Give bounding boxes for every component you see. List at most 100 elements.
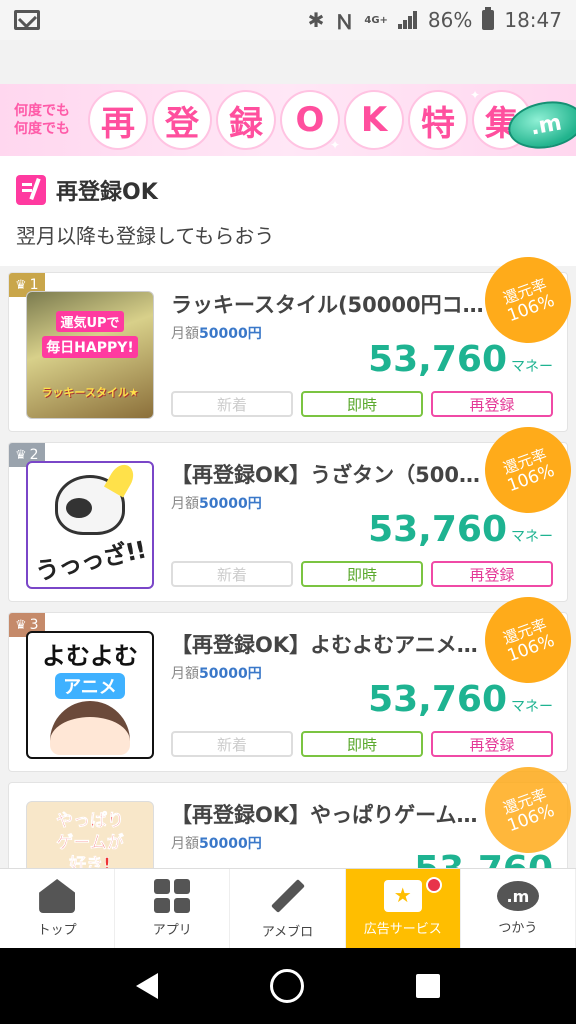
crown-icon: ♛ [15,447,27,463]
thumb-text: 運気UPで [56,310,124,332]
thumb-text: 毎日HAPPY! [42,335,138,358]
thumb-text: 好き! [69,855,111,868]
status-bar: ✱ Ｎ 4G+ 86% 18:47 [0,0,576,40]
price-value: 50000円 [199,836,262,852]
reward-amount: 53,760 マネー [368,509,553,550]
crown-icon: ♛ [15,277,27,293]
coin-icon: .m [496,881,539,911]
tag-instant: 即時 [301,391,423,417]
banner-small-text: 何度でも 何度でも [14,102,84,138]
clock: 18:47 [504,8,562,32]
reward-value: 53,760 [368,339,507,380]
nfc-icon: Ｎ [334,9,355,34]
bluetooth-icon: ✱ [307,8,325,32]
cockatoo-illustration [55,474,125,535]
price-label: 月額 [171,666,199,682]
banner-title: 再 登 録 O K 特 集 [90,92,530,148]
offer-card[interactable]: ♛ 2 うっっざ!! 【再登録OK】うざタン（500… 月額50000円 53,… [8,414,576,602]
tag-instant: 即時 [301,731,423,757]
thumb-text: やっぱり [56,811,125,832]
tab-label: トップ [37,923,77,938]
reward-amount: 53,760 マネー [368,339,553,380]
offer-card[interactable]: やっぱり ゲームが 好き! 【再登録OK】やっぱりゲーム… 月額50000円 5… [8,754,576,868]
sparkle-icon: ✦ [120,90,131,104]
offer-price: 月額50000円 [171,323,262,343]
offer-thumbnail[interactable]: うっっざ!! [26,461,154,589]
tag-reregister: 再登録 [431,391,553,417]
apps-grid-icon [154,879,191,913]
offer-name[interactable]: ラッキースタイル(50000円コ… [171,289,491,319]
signal-icon [397,11,418,29]
offer-card[interactable]: ♛ 3 よむよむ アニメ 【再登録OK】よむよむアニメ… 月額50000円 53… [8,584,576,772]
thumb-text: うっっざ!! [32,535,149,586]
price-value: 50000円 [199,496,262,512]
edit-list-icon [16,175,46,205]
tag-reregister: 再登録 [431,731,553,757]
main-content[interactable]: 再登録OK 翌月以降も登録してもらおう ♛ 1 運気UPで 毎日HAPPY! ラ… [0,156,576,868]
banner-small-line-1: 何度でも [14,103,70,119]
banner-char: 再 [90,92,146,148]
section-header: 再登録OK 翌月以降も登録してもらおう [0,156,576,266]
offer-name[interactable]: 【再登録OK】よむよむアニメ… [171,629,491,659]
battery-percent: 86% [427,8,473,32]
offer-price: 月額50000円 [171,833,262,853]
reward-unit: マネー [511,699,553,715]
price-value: 50000円 [199,326,262,342]
home-icon [39,879,76,913]
price-label: 月額 [171,836,199,852]
banner-char: 特 [410,92,466,148]
tag-new: 新着 [171,391,293,417]
tab-apps[interactable]: アプリ [115,869,231,948]
tab-top[interactable]: トップ [0,869,116,948]
offer-price: 月額50000円 [171,493,262,513]
price-label: 月額 [171,496,199,512]
tag-reregister: 再登録 [431,561,553,587]
offer-thumbnail[interactable]: よむよむ アニメ [26,631,154,759]
reward-unit: マネー [511,529,553,545]
reward-amount: 53,760 マネー [368,679,553,720]
reward-value: 53,760 [368,679,507,720]
back-icon[interactable] [136,973,158,999]
notification-dot [425,877,442,893]
home-circle-icon[interactable] [270,969,304,1003]
offer-tags: 新着 即時 再登録 [171,391,553,417]
banner-small-line-2: 何度でも [14,121,70,137]
section-subtitle: 翌月以降も登録してもらおう [16,224,275,248]
banner-char: 登 [154,92,210,148]
thumb-text: ゲームが [56,833,124,854]
offer-thumbnail[interactable]: やっぱり ゲームが 好き! [26,801,154,868]
tab-label: 広告サービス [363,922,442,937]
tab-label: つかう [498,921,538,936]
battery-icon [482,7,495,30]
thumb-text: アニメ [55,672,125,699]
system-nav-bar [0,948,576,1024]
tab-ad-service[interactable]: 広告サービス [345,869,461,948]
banner-char: K [346,92,402,148]
anime-girl-illustration [50,700,130,755]
promo-banner[interactable]: 何度でも 何度でも 再 登 録 O K 特 集 .m ✦ ✦ ✦ [0,84,576,156]
offer-price: 月額50000円 [171,663,262,683]
reward-unit: マネー [511,359,553,375]
tab-label: アメブロ [261,925,314,940]
recents-icon[interactable] [416,974,440,998]
sparkle-icon: ✦ [470,88,481,102]
crown-icon: ♛ [15,617,27,633]
offer-tags: 新着 即時 再登録 [171,731,553,757]
tag-instant: 即時 [301,561,423,587]
tab-ameblo[interactable]: アメブロ [230,869,346,948]
tag-new: 新着 [171,731,293,757]
banner-char: 録 [218,92,274,148]
tab-label: アプリ [152,923,192,938]
tab-use[interactable]: .m つかう [461,869,576,948]
gmail-icon [14,10,40,30]
network-type: 4G+ [364,14,388,26]
offer-thumbnail[interactable]: 運気UPで 毎日HAPPY! ラッキースタイル★ [26,291,154,419]
offer-name[interactable]: 【再登録OK】うざタン（500… [171,459,491,489]
offer-name[interactable]: 【再登録OK】やっぱりゲーム… [171,799,491,829]
thumb-text: よむよむ [42,641,138,670]
thumb-text: ラッキースタイル★ [41,385,139,399]
section-title: 再登録OK [56,180,158,205]
header-spacer [0,40,576,84]
bottom-tab-bar: トップ アプリ アメブロ 広告サービス .m つかう [0,868,576,948]
offer-card[interactable]: ♛ 1 運気UPで 毎日HAPPY! ラッキースタイル★ ラッキースタイル(50… [8,244,576,432]
